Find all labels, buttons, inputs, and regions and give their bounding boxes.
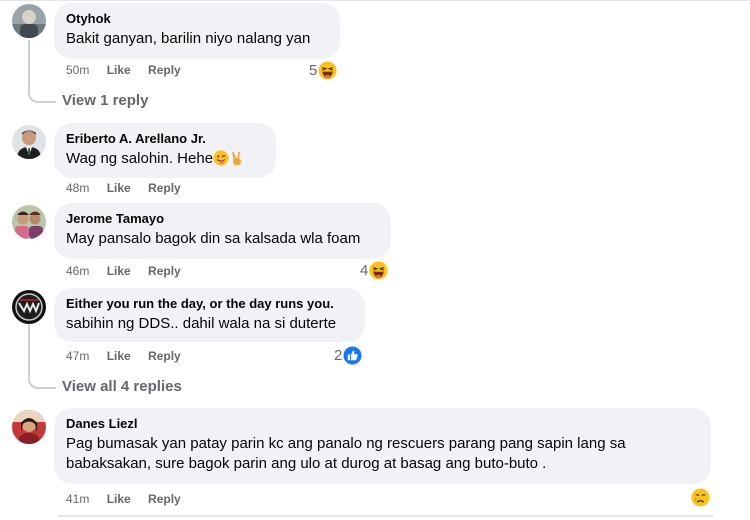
crying-emoji-icon bbox=[691, 488, 710, 507]
comment-time[interactable]: 50m bbox=[66, 63, 89, 77]
avatar[interactable] bbox=[12, 205, 46, 239]
comment-actions: 48m Like Reply bbox=[66, 181, 195, 195]
reply-button[interactable]: Reply bbox=[148, 63, 181, 77]
reaction-count[interactable] bbox=[690, 488, 710, 507]
like-button[interactable]: Like bbox=[107, 349, 131, 363]
comment-text: Bakit ganyan, barilin niyo nalang yan bbox=[66, 30, 311, 47]
avatar[interactable] bbox=[12, 410, 46, 444]
comment-text-row: Wag ng salohin. Hehe bbox=[66, 149, 264, 169]
like-button[interactable]: Like bbox=[107, 492, 131, 506]
victory-hand-emoji-icon bbox=[232, 151, 242, 166]
thread-connector bbox=[28, 40, 56, 103]
view-replies-link[interactable]: View 1 reply bbox=[62, 92, 148, 109]
reaction-count[interactable]: 2 bbox=[334, 346, 362, 365]
comment-author[interactable]: Either you run the day, or the day runs … bbox=[66, 296, 353, 312]
comment-time[interactable]: 47m bbox=[66, 349, 89, 363]
comment-bubble: Otyhok Bakit ganyan, barilin niyo nalang… bbox=[54, 3, 340, 59]
comment-time[interactable]: 46m bbox=[66, 264, 89, 278]
avatar[interactable] bbox=[12, 4, 46, 38]
reaction-count[interactable]: 4 bbox=[360, 261, 388, 280]
like-button[interactable]: Like bbox=[107, 264, 131, 278]
comment-actions: 47m Like Reply bbox=[66, 349, 195, 363]
comment-text-line: Pag bumasak yan patay parin kc ang panal… bbox=[66, 435, 626, 452]
comment-bubble: Jerome Tamayo May pansalo bagok din sa k… bbox=[54, 203, 391, 259]
comment-bubble: Either you run the day, or the day runs … bbox=[54, 288, 365, 342]
comment-actions: 41m Like Reply bbox=[66, 492, 195, 506]
haha-emoji-icon bbox=[369, 261, 388, 280]
reaction-count[interactable]: 5 bbox=[309, 61, 337, 80]
comment-author[interactable]: Otyhok bbox=[66, 11, 328, 27]
comment-time[interactable]: 41m bbox=[66, 492, 89, 506]
avatar[interactable] bbox=[12, 290, 46, 324]
reaction-number: 2 bbox=[334, 347, 343, 364]
comment-text: May pansalo bagok din sa kalsada wla foa… bbox=[66, 230, 361, 247]
comment-text: sabihin ng DDS.. dahil wala na si dutert… bbox=[66, 315, 337, 332]
reaction-number: 4 bbox=[360, 262, 369, 279]
comment-author[interactable]: Jerome Tamayo bbox=[66, 211, 379, 227]
comment-bubble: Danes Liezl Pag bumasak yan patay parin … bbox=[54, 408, 711, 484]
reply-button[interactable]: Reply bbox=[148, 181, 181, 195]
comment-author[interactable]: Eriberto A. Arellano Jr. bbox=[66, 131, 264, 147]
comment-actions: 46m Like Reply bbox=[66, 264, 195, 278]
winking-tongue-emoji-icon bbox=[213, 150, 229, 166]
avatar[interactable] bbox=[12, 125, 46, 159]
like-button[interactable]: Like bbox=[107, 181, 131, 195]
top-divider bbox=[0, 0, 750, 1]
reply-button[interactable]: Reply bbox=[148, 492, 181, 506]
view-replies-link[interactable]: View all 4 replies bbox=[62, 378, 182, 395]
comment-author[interactable]: Danes Liezl bbox=[66, 416, 699, 432]
comment-actions: 50m Like Reply bbox=[66, 63, 195, 77]
comment-text: Wag ng salohin. Hehe bbox=[66, 150, 214, 167]
reply-button[interactable]: Reply bbox=[148, 349, 181, 363]
comment-bubble: Eriberto A. Arellano Jr. Wag ng salohin.… bbox=[54, 123, 276, 178]
comment-time[interactable]: 48m bbox=[66, 181, 89, 195]
comment-text: Pag bumasak yan patay parin kc ang panal… bbox=[66, 434, 699, 474]
reaction-number: 5 bbox=[309, 62, 318, 79]
reply-button[interactable]: Reply bbox=[148, 264, 181, 278]
bottom-divider bbox=[58, 515, 713, 517]
haha-emoji-icon bbox=[318, 61, 337, 80]
like-reaction-icon bbox=[343, 346, 362, 365]
comment-text-line: babaksakan, sure bagok parin ang ulo at … bbox=[66, 455, 547, 472]
like-button[interactable]: Like bbox=[107, 63, 131, 77]
thread-connector bbox=[28, 324, 56, 389]
